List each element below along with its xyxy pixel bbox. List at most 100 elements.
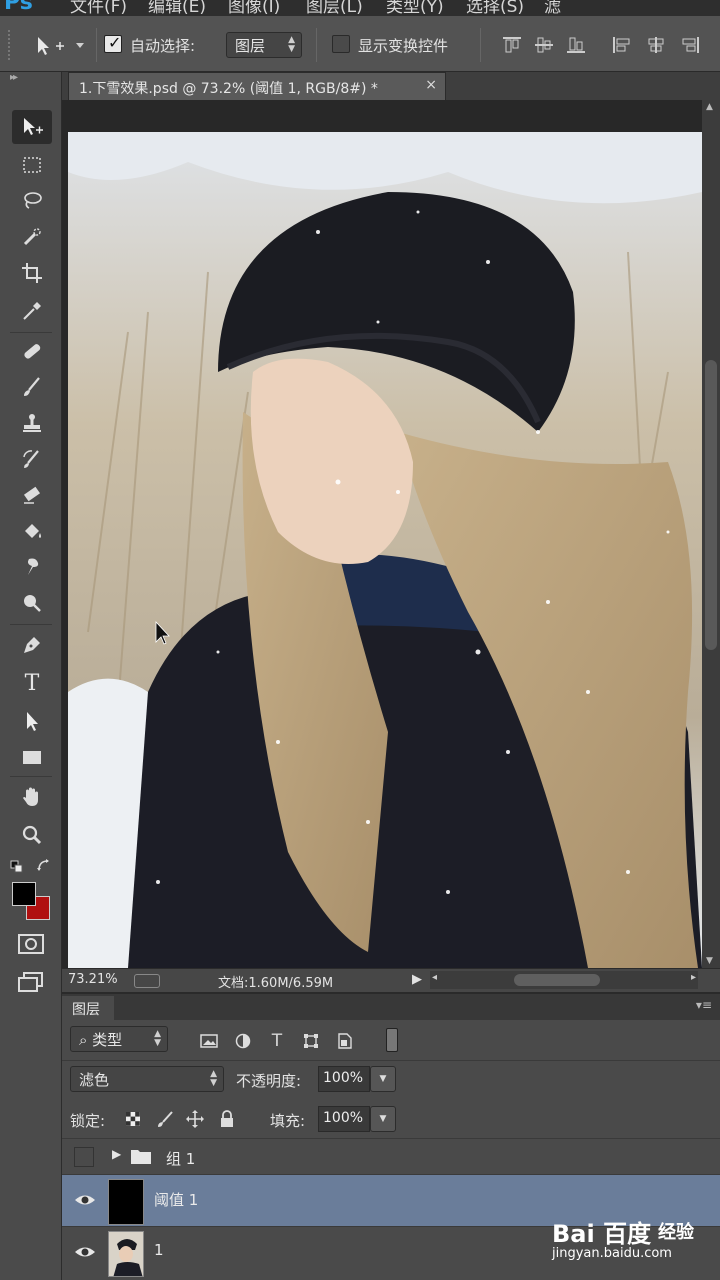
menu-type[interactable]: 类型(Y) — [386, 0, 444, 16]
layer-row-group[interactable]: ▶ 组 1 — [62, 1138, 720, 1174]
rectangle-tool[interactable] — [12, 740, 52, 774]
foreground-color-swatch[interactable] — [12, 882, 36, 906]
opacity-dropdown-button[interactable]: ▼ — [370, 1066, 396, 1092]
show-transform-label: 显示变换控件 — [358, 37, 449, 55]
vertical-scroll-thumb[interactable] — [705, 360, 717, 650]
filter-toggle-switch[interactable] — [386, 1028, 398, 1052]
fill-dropdown-button[interactable]: ▼ — [370, 1106, 396, 1132]
show-transform-checkbox[interactable] — [332, 35, 350, 53]
menu-layer[interactable]: 图层(L) — [306, 0, 363, 16]
collapse-arrows-icon[interactable]: ▸▸ — [10, 72, 18, 83]
visibility-toggle-off[interactable] — [74, 1147, 94, 1167]
move-tool[interactable] — [12, 110, 52, 144]
lasso-tool[interactable] — [12, 184, 52, 218]
crop-tool[interactable] — [12, 256, 52, 290]
layer-filter-dropdown[interactable]: ⌕ 类型 ▲ ▼ — [70, 1026, 168, 1052]
align-horizontal-centers-icon[interactable] — [646, 36, 666, 54]
adjustment-filter-icon[interactable] — [232, 1030, 254, 1052]
ps-logo: Ps — [4, 0, 33, 15]
zoom-tool[interactable] — [12, 818, 52, 852]
eyedropper-tool[interactable] — [12, 294, 52, 328]
align-vertical-centers-icon[interactable] — [534, 36, 554, 54]
history-brush-tool[interactable] — [12, 442, 52, 476]
horizontal-scroll-thumb[interactable] — [514, 974, 600, 986]
blur-tool[interactable] — [12, 550, 52, 584]
layer-name[interactable]: 1 — [154, 1241, 164, 1259]
move-tool-icon — [24, 118, 43, 135]
shape-filter-icon[interactable] — [300, 1030, 322, 1052]
options-bar-grip[interactable] — [8, 30, 12, 60]
menu-select[interactable]: 选择(S) — [466, 0, 524, 16]
hand-tool[interactable] — [12, 780, 52, 814]
marquee-tool[interactable] — [12, 148, 52, 182]
search-icon: ⌕ — [79, 1031, 93, 1049]
auto-select-checkbox[interactable]: ✓ — [104, 33, 122, 53]
opacity-input[interactable]: 100% — [318, 1066, 370, 1092]
lock-transparent-pixels-icon[interactable] — [122, 1108, 144, 1130]
default-colors-icon[interactable] — [10, 860, 24, 874]
path-selection-tool[interactable] — [12, 704, 52, 738]
close-tab-icon[interactable]: × — [425, 77, 437, 93]
menu-file[interactable]: 文件(F) — [70, 0, 127, 16]
status-menu-arrow-icon[interactable]: ▶ — [412, 972, 422, 987]
blend-mode-dropdown[interactable]: 滤色 ▲ ▼ — [70, 1066, 224, 1092]
screen-mode-icon[interactable] — [16, 970, 46, 994]
tool-preset-picker[interactable] — [30, 31, 88, 59]
align-left-edges-icon[interactable] — [612, 36, 632, 54]
vertical-scrollbar[interactable]: ▲ ▼ — [702, 100, 720, 968]
panel-menu-icon[interactable]: ▾≡ — [696, 998, 712, 1012]
type-tool[interactable]: T — [12, 666, 52, 700]
status-toggle-button[interactable] — [134, 974, 160, 988]
menu-image[interactable]: 图像(I) — [228, 0, 280, 16]
lock-position-icon[interactable] — [184, 1108, 206, 1130]
layer-name[interactable]: 阈值 1 — [154, 1189, 198, 1210]
eye-icon[interactable] — [74, 1189, 96, 1211]
align-bottom-edges-icon[interactable] — [566, 36, 586, 54]
scroll-right-icon[interactable]: ▸ — [691, 972, 696, 983]
menu-edit[interactable]: 编辑(E) — [148, 0, 206, 16]
eraser-icon — [23, 486, 41, 504]
align-top-edges-icon[interactable] — [502, 36, 522, 54]
scroll-left-icon[interactable]: ◂ — [432, 972, 437, 983]
healing-brush-tool[interactable] — [12, 334, 52, 368]
tab-layers[interactable]: 图层 — [62, 996, 114, 1020]
expand-triangle-icon[interactable]: ▶ — [112, 1147, 121, 1161]
eraser-tool[interactable] — [12, 478, 52, 512]
fill-input[interactable]: 100% — [318, 1106, 370, 1132]
history-brush-icon — [23, 450, 39, 468]
opacity-label: 不透明度: — [236, 1072, 302, 1090]
photo-winter-portrait — [68, 132, 702, 968]
eye-icon[interactable] — [74, 1241, 96, 1263]
layer-thumbnail — [108, 1231, 144, 1277]
dodge-tool[interactable] — [12, 586, 52, 620]
horizontal-scrollbar[interactable]: ◂ ▸ — [430, 971, 698, 989]
auto-select-target-dropdown[interactable]: 图层 ▲ ▼ — [226, 32, 302, 58]
document-image[interactable] — [68, 132, 702, 968]
menu-bar: Ps 文件(F) 编辑(E) 图像(I) 图层(L) 类型(Y) 选择(S) 滤 — [0, 0, 720, 16]
align-right-edges-icon[interactable] — [680, 36, 700, 54]
scroll-up-icon[interactable]: ▲ — [706, 102, 713, 112]
marquee-icon — [23, 157, 41, 173]
smart-object-filter-icon[interactable] — [334, 1030, 356, 1052]
options-bar: ✓ 自动选择: 图层 ▲ ▼ 显示变换控件 — [0, 16, 720, 72]
document-tab[interactable]: 1.下雪效果.psd @ 73.2% (阈值 1, RGB/8#) * × — [68, 72, 446, 100]
type-filter-icon[interactable]: T — [266, 1030, 288, 1052]
quick-selection-tool[interactable] — [12, 220, 52, 254]
pen-icon — [24, 637, 40, 653]
photoshop-window: Ps 文件(F) 编辑(E) 图像(I) 图层(L) 类型(Y) 选择(S) 滤… — [0, 0, 720, 1280]
quick-mask-icon[interactable] — [16, 932, 46, 956]
lock-all-icon[interactable] — [216, 1108, 238, 1130]
zoom-level[interactable]: 73.21% — [68, 972, 118, 987]
brush-tool[interactable] — [12, 370, 52, 404]
rectangle-icon — [23, 751, 41, 764]
scroll-down-icon[interactable]: ▼ — [706, 956, 713, 966]
lock-image-pixels-icon[interactable] — [154, 1108, 176, 1130]
clone-stamp-tool[interactable] — [12, 406, 52, 440]
paint-bucket-tool[interactable] — [12, 514, 52, 548]
layer-name[interactable]: 组 1 — [166, 1148, 195, 1169]
image-filter-icon[interactable] — [198, 1030, 220, 1052]
swap-colors-icon[interactable] — [36, 858, 52, 874]
canvas-area[interactable] — [62, 100, 702, 968]
pen-tool[interactable] — [12, 628, 52, 662]
menu-filter[interactable]: 滤 — [544, 0, 561, 16]
